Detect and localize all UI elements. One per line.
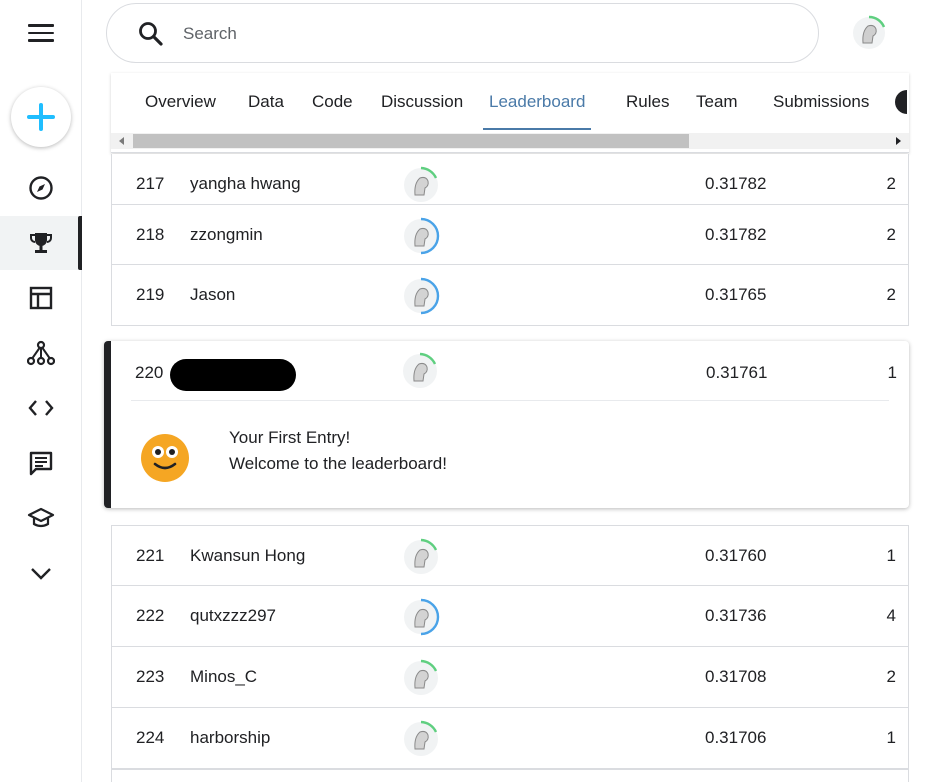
competition-tabs: Overview Data Code Discussion Leaderboar… [111, 73, 909, 153]
redacted-team-name [170, 359, 296, 391]
leaderboard-row[interactable]: 222 qutxzzz297 0.31736 4 [111, 586, 909, 647]
rank: 217 [136, 174, 165, 193]
score: 0.31708 [705, 667, 767, 686]
entries: 2 [886, 285, 896, 304]
tab-submissions[interactable]: Submissions [773, 92, 869, 130]
trophy-icon [29, 233, 52, 253]
search-input[interactable]: Search [183, 24, 237, 44]
score: 0.31782 [705, 174, 767, 193]
entries: 1 [886, 728, 896, 747]
nav-competitions[interactable] [0, 216, 82, 270]
tab-data[interactable]: Data [248, 92, 284, 130]
score: 0.31765 [705, 285, 767, 304]
entries: 2 [886, 174, 896, 193]
score: 0.31736 [705, 606, 767, 625]
score: 0.31761 [706, 363, 768, 382]
entries: 2 [886, 225, 896, 244]
entries: 4 [886, 606, 896, 625]
team-avatar[interactable] [402, 720, 440, 758]
leaderboard-row[interactable]: 223 Minos_C 0.31708 2 [111, 647, 909, 708]
leaderboard-row[interactable]: 218 zzongmin 0.31782 2 [111, 204, 909, 265]
team-avatar[interactable] [402, 598, 440, 636]
tab-overflow-button[interactable] [895, 90, 907, 114]
welcome-message: Your First Entry! Welcome to the leaderb… [229, 425, 447, 477]
team-avatar[interactable] [402, 277, 440, 315]
rank: 222 [136, 606, 165, 625]
user-avatar[interactable] [849, 13, 889, 53]
rank: 219 [136, 285, 165, 304]
score: 0.31706 [705, 728, 767, 747]
rank: 224 [136, 728, 165, 747]
entries: 2 [886, 667, 896, 686]
tab-overview[interactable]: Overview [145, 92, 216, 130]
tab-code[interactable]: Code [312, 92, 353, 130]
team-name[interactable]: yangha hwang [190, 174, 301, 194]
tab-leaderboard[interactable]: Leaderboard [483, 92, 592, 130]
team-avatar[interactable] [402, 166, 440, 204]
leaderboard-row[interactable]: 219 Jason 0.31765 2 [111, 265, 909, 326]
score: 0.31760 [705, 546, 767, 565]
team-name[interactable]: qutxzzz297 [190, 606, 276, 626]
hamburger-menu-icon[interactable] [28, 24, 54, 44]
scroll-right-icon[interactable] [896, 137, 901, 145]
nav-explore[interactable] [0, 161, 81, 215]
nav-more[interactable] [0, 546, 81, 600]
tab-team[interactable]: Team [696, 92, 738, 130]
nav-models[interactable] [0, 326, 81, 380]
team-avatar[interactable] [402, 538, 440, 576]
entries: 1 [886, 546, 896, 565]
nav-code[interactable] [0, 381, 81, 435]
nav-discussions[interactable] [0, 436, 81, 490]
smiley-face-icon [141, 434, 189, 482]
leaderboard-row-partial [111, 769, 909, 782]
score: 0.31782 [705, 225, 767, 244]
team-avatar[interactable] [401, 352, 439, 390]
team-name[interactable]: harborship [190, 728, 270, 748]
team-avatar[interactable] [402, 659, 440, 697]
scroll-left-icon[interactable] [119, 137, 124, 145]
entries: 1 [887, 363, 897, 382]
team-name[interactable]: Jason [190, 285, 235, 305]
school-icon [27, 507, 54, 528]
search-bar[interactable]: Search [106, 3, 819, 63]
rank: 223 [136, 667, 165, 686]
tab-rules[interactable]: Rules [626, 92, 669, 130]
message-title: Your First Entry! [229, 428, 351, 447]
team-name[interactable]: Minos_C [190, 667, 257, 687]
scrollbar-thumb[interactable] [133, 134, 689, 148]
rank: 220 [135, 363, 164, 382]
left-nav-rail [0, 0, 82, 782]
rank: 218 [136, 225, 165, 244]
my-entry-card[interactable]: 220 0.31761 1 Your First Entry! Welcome … [104, 341, 909, 508]
network-icon [26, 340, 55, 366]
search-icon [139, 22, 163, 46]
team-name[interactable]: Kwansun Hong [190, 546, 305, 566]
team-name[interactable]: zzongmin [190, 225, 263, 245]
table-icon [29, 286, 52, 310]
leaderboard-row[interactable]: 224 harborship 0.31706 1 [111, 708, 909, 769]
tab-discussion[interactable]: Discussion [381, 92, 463, 130]
tabs-horizontal-scrollbar[interactable] [111, 133, 909, 149]
compass-icon [28, 176, 53, 200]
chevron-down-icon [30, 568, 51, 580]
plus-icon [27, 103, 55, 131]
comment-icon [29, 451, 52, 476]
leaderboard-row[interactable]: 221 Kwansun Hong 0.31760 1 [111, 525, 909, 586]
nav-datasets[interactable] [0, 271, 81, 325]
team-avatar[interactable] [402, 217, 440, 255]
divider [131, 400, 889, 401]
rank: 221 [136, 546, 165, 565]
create-button[interactable] [11, 87, 71, 147]
message-body: Welcome to the leaderboard! [229, 454, 447, 473]
code-icon [27, 400, 54, 416]
nav-learn[interactable] [0, 491, 81, 545]
